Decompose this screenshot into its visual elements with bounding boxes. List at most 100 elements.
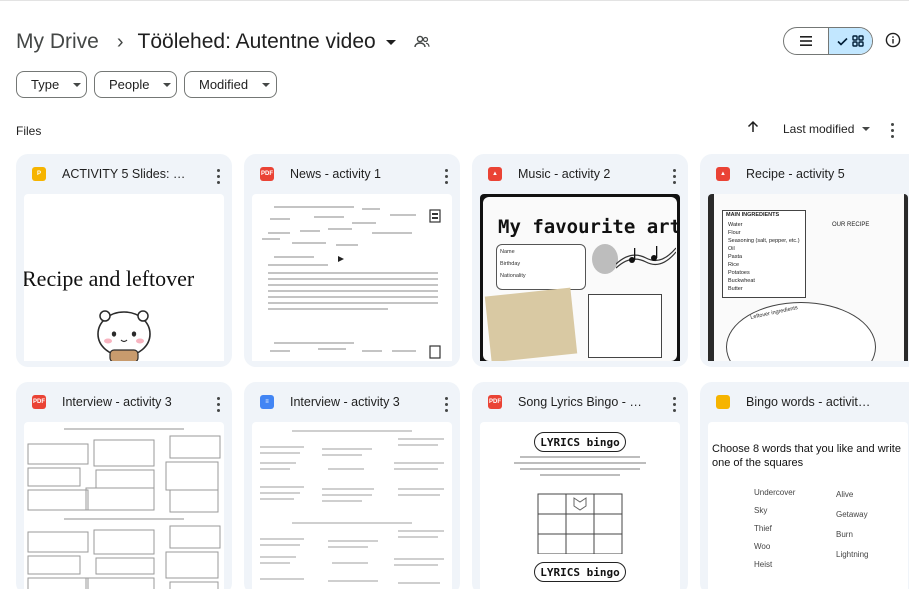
filter-bar: Type People Modified <box>16 71 277 98</box>
more-options-icon[interactable] <box>891 121 894 139</box>
file-more-options-icon[interactable] <box>217 167 220 185</box>
bingo-word: Lightning <box>836 550 869 559</box>
file-card[interactable]: PDF Interview - activity 3 <box>16 382 232 589</box>
thumbnail-text: Choose 8 words that you like and write o… <box>712 443 901 469</box>
breadcrumb-my-drive[interactable]: My Drive <box>16 30 99 54</box>
file-card[interactable]: PDF Song Lyrics Bingo - a... LYRICS bing… <box>472 382 688 589</box>
ingredient-item: Butter <box>728 286 743 292</box>
filter-modified-label: Modified <box>199 77 249 92</box>
file-thumbnail: MAIN INGREDIENTS Water Flour Seasoning (… <box>708 194 908 361</box>
bingo-badge: LYRICS bingo <box>540 565 620 579</box>
filter-people-label: People <box>109 77 150 92</box>
file-title: Interview - activity 3 <box>290 395 400 409</box>
filter-modified-chip[interactable]: Modified <box>184 71 277 98</box>
chevron-down-icon <box>163 82 172 87</box>
file-more-options-icon[interactable] <box>445 167 448 185</box>
bingo-word: Getaway <box>836 510 868 519</box>
ingredient-item: Buckwheat <box>728 278 755 284</box>
list-view-icon <box>799 36 812 46</box>
file-thumbnail: LYRICS bingo LYRICS bingo <box>480 422 680 589</box>
folder-menu-caret-icon[interactable] <box>385 39 396 45</box>
file-thumbnail: Recipe and leftover <box>24 194 224 361</box>
pdf-file-icon: PDF <box>32 395 46 409</box>
bingo-word: Burn <box>836 530 853 539</box>
bingo-word: Undercover <box>754 488 796 497</box>
field-label: Name <box>500 249 515 255</box>
bingo-badge: LYRICS bingo <box>540 435 620 449</box>
bingo-grid-icon <box>514 456 646 554</box>
filter-people-chip[interactable]: People <box>94 71 177 98</box>
slides-file-icon: P <box>32 167 46 181</box>
document-preview-icon <box>27 428 221 589</box>
image-file-icon: ▲ <box>488 167 502 181</box>
ingredient-item: Flour <box>728 230 741 236</box>
grid-view-button[interactable] <box>827 28 872 54</box>
filter-type-label: Type <box>31 77 60 92</box>
file-card[interactable]: ▲ Recipe - activity 5 MAIN INGREDIENTS W… <box>700 154 909 367</box>
ingredient-item: Oil <box>728 246 735 252</box>
file-card[interactable]: ▲ Music - activity 2 My favourite artist… <box>472 154 688 367</box>
file-more-options-icon[interactable] <box>217 395 220 413</box>
breadcrumb-separator-icon: › <box>116 30 124 53</box>
file-title: Interview - activity 3 <box>62 395 172 409</box>
file-card[interactable]: Bingo words - activity 2 Choose 8 words … <box>700 382 909 589</box>
sort-label: Last modified <box>783 122 855 136</box>
ingredient-item: Pasta <box>728 254 743 260</box>
file-more-options-icon[interactable] <box>673 167 676 185</box>
recipe-side-label: OUR RECIPE <box>832 222 870 228</box>
file-thumbnail: Choose 8 words that you like and write o… <box>708 422 908 589</box>
bingo-word: Thief <box>754 524 772 533</box>
file-more-options-icon[interactable] <box>673 395 676 413</box>
sort-menu-button[interactable]: Last modified <box>783 122 871 136</box>
file-title: Song Lyrics Bingo - a... <box>518 395 646 409</box>
sticky-note <box>484 287 578 361</box>
chevron-down-icon <box>862 127 871 131</box>
ingredient-item: Seasoning (salt, pepper, etc.) <box>728 238 800 244</box>
photo-frame <box>588 294 662 358</box>
file-title: Recipe - activity 5 <box>746 167 845 181</box>
filter-type-chip[interactable]: Type <box>16 71 87 98</box>
chevron-down-icon <box>73 82 82 87</box>
info-icon[interactable] <box>885 32 901 53</box>
file-thumbnail <box>252 194 452 361</box>
avatar <box>592 244 618 274</box>
image-file-icon: ▲ <box>716 167 730 181</box>
pdf-file-icon: PDF <box>260 167 274 181</box>
document-preview-icon <box>262 206 441 359</box>
file-card[interactable]: ≡ Interview - activity 3 <box>244 382 460 589</box>
shared-folder-icon[interactable] <box>414 35 430 49</box>
top-divider <box>0 0 909 1</box>
breadcrumb: My Drive › Töölehed: Autentne video <box>16 26 430 58</box>
file-thumbnail <box>252 422 452 589</box>
file-thumbnail <box>24 422 224 589</box>
view-toggle <box>783 27 873 55</box>
list-view-button[interactable] <box>784 28 828 54</box>
file-thumbnail: My favourite artist Name Birthday Nation… <box>480 194 680 361</box>
file-title: Music - activity 2 <box>518 167 611 181</box>
document-preview-icon <box>260 430 444 584</box>
pdf-file-icon: PDF <box>488 395 502 409</box>
thumbnail-text: Recipe and leftover <box>24 266 195 291</box>
sort-direction-icon[interactable] <box>746 120 760 139</box>
keep-note-icon <box>716 395 730 409</box>
file-card[interactable]: PDF News - activity 1 <box>244 154 460 367</box>
check-icon <box>837 37 848 46</box>
ingredients-heading: MAIN INGREDIENTS <box>726 212 780 218</box>
ingredient-item: Rice <box>728 262 740 268</box>
file-more-options-icon[interactable] <box>445 395 448 413</box>
file-card[interactable]: P ACTIVITY 5 Slides: Re... Recipe and le… <box>16 154 232 367</box>
bingo-word: Sky <box>754 506 768 515</box>
bingo-word: Woo <box>754 542 771 551</box>
files-section-label: Files <box>16 124 42 138</box>
breadcrumb-current-folder[interactable]: Töölehed: Autentne video <box>138 30 376 54</box>
ingredient-item: Potatoes <box>728 270 750 276</box>
field-label: Nationality <box>500 273 526 279</box>
file-title: ACTIVITY 5 Slides: Re... <box>62 167 190 181</box>
ingredient-item: Water <box>728 222 743 228</box>
bear-illustration-icon <box>97 310 151 361</box>
chevron-down-icon <box>262 82 271 87</box>
field-label: Birthday <box>500 261 521 267</box>
thumbnail-heading: My favourite artist <box>498 216 680 238</box>
music-notes-icon <box>616 246 676 269</box>
bingo-word: Alive <box>836 490 854 499</box>
